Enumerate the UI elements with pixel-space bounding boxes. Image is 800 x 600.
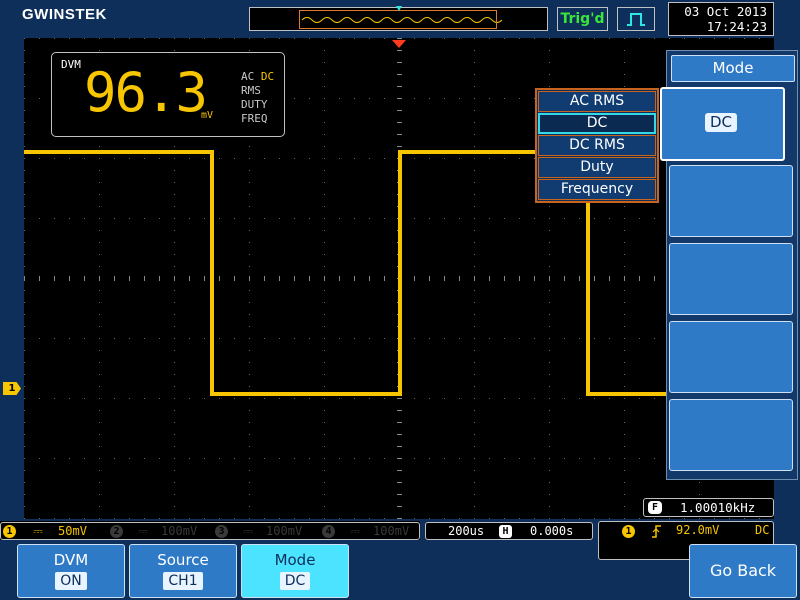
side-button-mode[interactable]: DC bbox=[660, 87, 785, 161]
horizontal-position-icon: H bbox=[499, 525, 512, 538]
side-menu-title: Mode bbox=[671, 55, 795, 82]
ch2-number: 2 bbox=[110, 525, 123, 538]
frequency-value: 1.00010kHz bbox=[680, 500, 756, 515]
dvm-panel: DVM 96.3 mV AC DC RMS DUTY FREQ bbox=[51, 52, 285, 137]
trigger-source: 1 bbox=[622, 525, 635, 538]
dvm-mode-duty: DUTY bbox=[241, 98, 268, 111]
rising-edge-icon bbox=[652, 525, 661, 538]
dvm-title: DVM bbox=[61, 58, 81, 71]
bottom-button-mode-value: DC bbox=[279, 572, 311, 590]
dvm-mode-acdc: AC DC bbox=[241, 70, 274, 84]
channel-status-bar: 1 ⎓ 50mV 2 ⎓ 100mV 3 ⎓ 100mV 4 ⎓ 100mV bbox=[0, 521, 420, 540]
trigger-level: 92.0mV bbox=[676, 523, 720, 537]
ch3-status[interactable]: 3 ⎓ 100mV bbox=[215, 524, 302, 539]
side-button-2[interactable] bbox=[669, 165, 793, 237]
go-back-button[interactable]: Go Back bbox=[689, 544, 797, 598]
dvm-mode-rms: RMS bbox=[241, 84, 261, 97]
bottom-button-mode-title: Mode bbox=[274, 551, 316, 569]
side-button-mode-value: DC bbox=[705, 113, 738, 132]
side-button-3[interactable] bbox=[669, 243, 793, 315]
trigger-coupling: DC bbox=[755, 523, 770, 537]
brand-logo: GWINSTEK bbox=[22, 6, 107, 23]
ch4-number: 4 bbox=[322, 525, 335, 538]
ch4-scale: 100mV bbox=[373, 524, 410, 538]
bottom-button-dvm-value: ON bbox=[55, 572, 87, 590]
mode-option-duty[interactable]: Duty bbox=[538, 157, 656, 178]
ch2-coupling-icon: ⎓ bbox=[138, 524, 148, 538]
ch1-ground-marker: 1 bbox=[3, 382, 21, 395]
ch1-coupling-icon: ⎓ bbox=[33, 524, 43, 538]
overview-window bbox=[299, 10, 497, 29]
clock: 03 Oct 2013 17:24:23 bbox=[668, 2, 774, 36]
dvm-mode-freq: FREQ bbox=[241, 112, 268, 125]
frequency-readout: F 1.00010kHz bbox=[643, 498, 774, 517]
side-button-4[interactable] bbox=[669, 321, 793, 393]
mode-option-ac-rms[interactable]: AC RMS bbox=[538, 91, 656, 112]
ch2-status[interactable]: 2 ⎓ 100mV bbox=[110, 524, 197, 539]
timebase-scale: 200us bbox=[448, 524, 485, 538]
bottom-button-dvm[interactable]: DVM ON bbox=[17, 544, 125, 598]
frequency-label: F bbox=[648, 501, 662, 514]
mode-option-dc[interactable]: DC bbox=[538, 113, 656, 134]
ch1-status[interactable]: 1 ⎓ 50mV bbox=[3, 524, 87, 539]
dvm-value: 96.3 bbox=[84, 61, 208, 124]
clock-date: 03 Oct 2013 bbox=[684, 4, 767, 19]
ch2-scale: 100mV bbox=[161, 524, 198, 538]
timebase-status[interactable]: 200us H 0.000s bbox=[425, 522, 593, 540]
bottom-button-mode[interactable]: Mode DC bbox=[241, 544, 349, 598]
ch4-status[interactable]: 4 ⎓ 100mV bbox=[322, 524, 409, 539]
bottom-button-source[interactable]: Source CH1 bbox=[129, 544, 237, 598]
mode-option-dc-rms[interactable]: DC RMS bbox=[538, 135, 656, 156]
mode-dropdown: AC RMS DC DC RMS Duty Frequency bbox=[535, 88, 659, 203]
ch4-coupling-icon: ⎓ bbox=[350, 524, 360, 538]
overview-trigger-marker bbox=[396, 6, 402, 11]
dvm-mode-ac: AC bbox=[241, 70, 255, 83]
trigger-position-marker bbox=[392, 40, 406, 48]
bottom-button-source-title: Source bbox=[157, 551, 209, 569]
ch3-coupling-icon: ⎓ bbox=[243, 524, 253, 538]
pulse-icon bbox=[617, 7, 655, 31]
clock-time: 17:24:23 bbox=[706, 19, 767, 34]
side-button-5[interactable] bbox=[669, 399, 793, 471]
dvm-mode-list: AC DC RMS DUTY FREQ bbox=[241, 70, 274, 126]
bottom-button-dvm-title: DVM bbox=[53, 551, 89, 569]
ch1-scale: 50mV bbox=[58, 524, 87, 538]
trigger-status: Trig'd bbox=[557, 7, 608, 31]
bottom-button-source-value: CH1 bbox=[163, 572, 203, 590]
ch1-number: 1 bbox=[3, 525, 16, 538]
timebase-position: 0.000s bbox=[530, 524, 574, 538]
ch3-scale: 100mV bbox=[266, 524, 303, 538]
dvm-unit: mV bbox=[201, 110, 214, 121]
ch3-number: 3 bbox=[215, 525, 228, 538]
mode-option-frequency[interactable]: Frequency bbox=[538, 179, 656, 200]
dvm-mode-dc: DC bbox=[260, 70, 275, 83]
